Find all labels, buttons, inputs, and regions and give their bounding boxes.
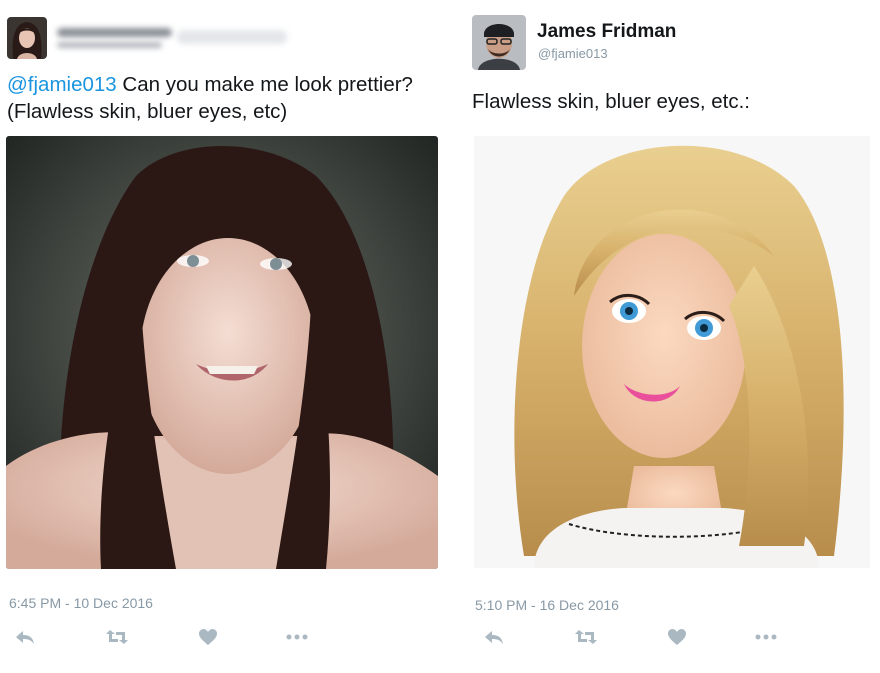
tweet-left: @fjamie013 Can you make me look prettier…	[0, 0, 446, 673]
avatar[interactable]	[472, 15, 526, 70]
blurred-username	[57, 26, 297, 52]
display-name[interactable]: James Fridman	[537, 21, 676, 43]
more-icon[interactable]	[284, 624, 310, 650]
tweet-text-line2: (Flawless skin, bluer eyes, etc)	[7, 100, 288, 123]
more-icon[interactable]	[753, 624, 779, 650]
retweet-icon[interactable]	[104, 624, 130, 650]
tweet-text: Flawless skin, bluer eyes, etc.:	[472, 90, 750, 113]
retweet-icon[interactable]	[573, 624, 599, 650]
like-icon[interactable]	[664, 624, 690, 650]
reply-icon[interactable]	[481, 624, 507, 650]
reply-icon[interactable]	[12, 624, 38, 650]
tweet-text: @fjamie013 Can you make me look prettier…	[7, 71, 443, 125]
tweet-timestamp[interactable]: 6:45 PM - 10 Dec 2016	[9, 595, 153, 611]
avatar[interactable]	[7, 17, 47, 59]
tweet-text-line1: Can you make me look prettier?	[116, 73, 413, 96]
tweet-right: James Fridman @fjamie013 Flawless skin, …	[462, 0, 880, 673]
user-handle[interactable]: @fjamie013	[538, 46, 608, 61]
tweet-photo[interactable]	[6, 136, 438, 569]
tweet-timestamp[interactable]: 5:10 PM - 16 Dec 2016	[475, 597, 619, 613]
mention-link[interactable]: @fjamie013	[7, 73, 117, 96]
like-icon[interactable]	[195, 624, 221, 650]
tweet-photo[interactable]	[474, 136, 870, 568]
